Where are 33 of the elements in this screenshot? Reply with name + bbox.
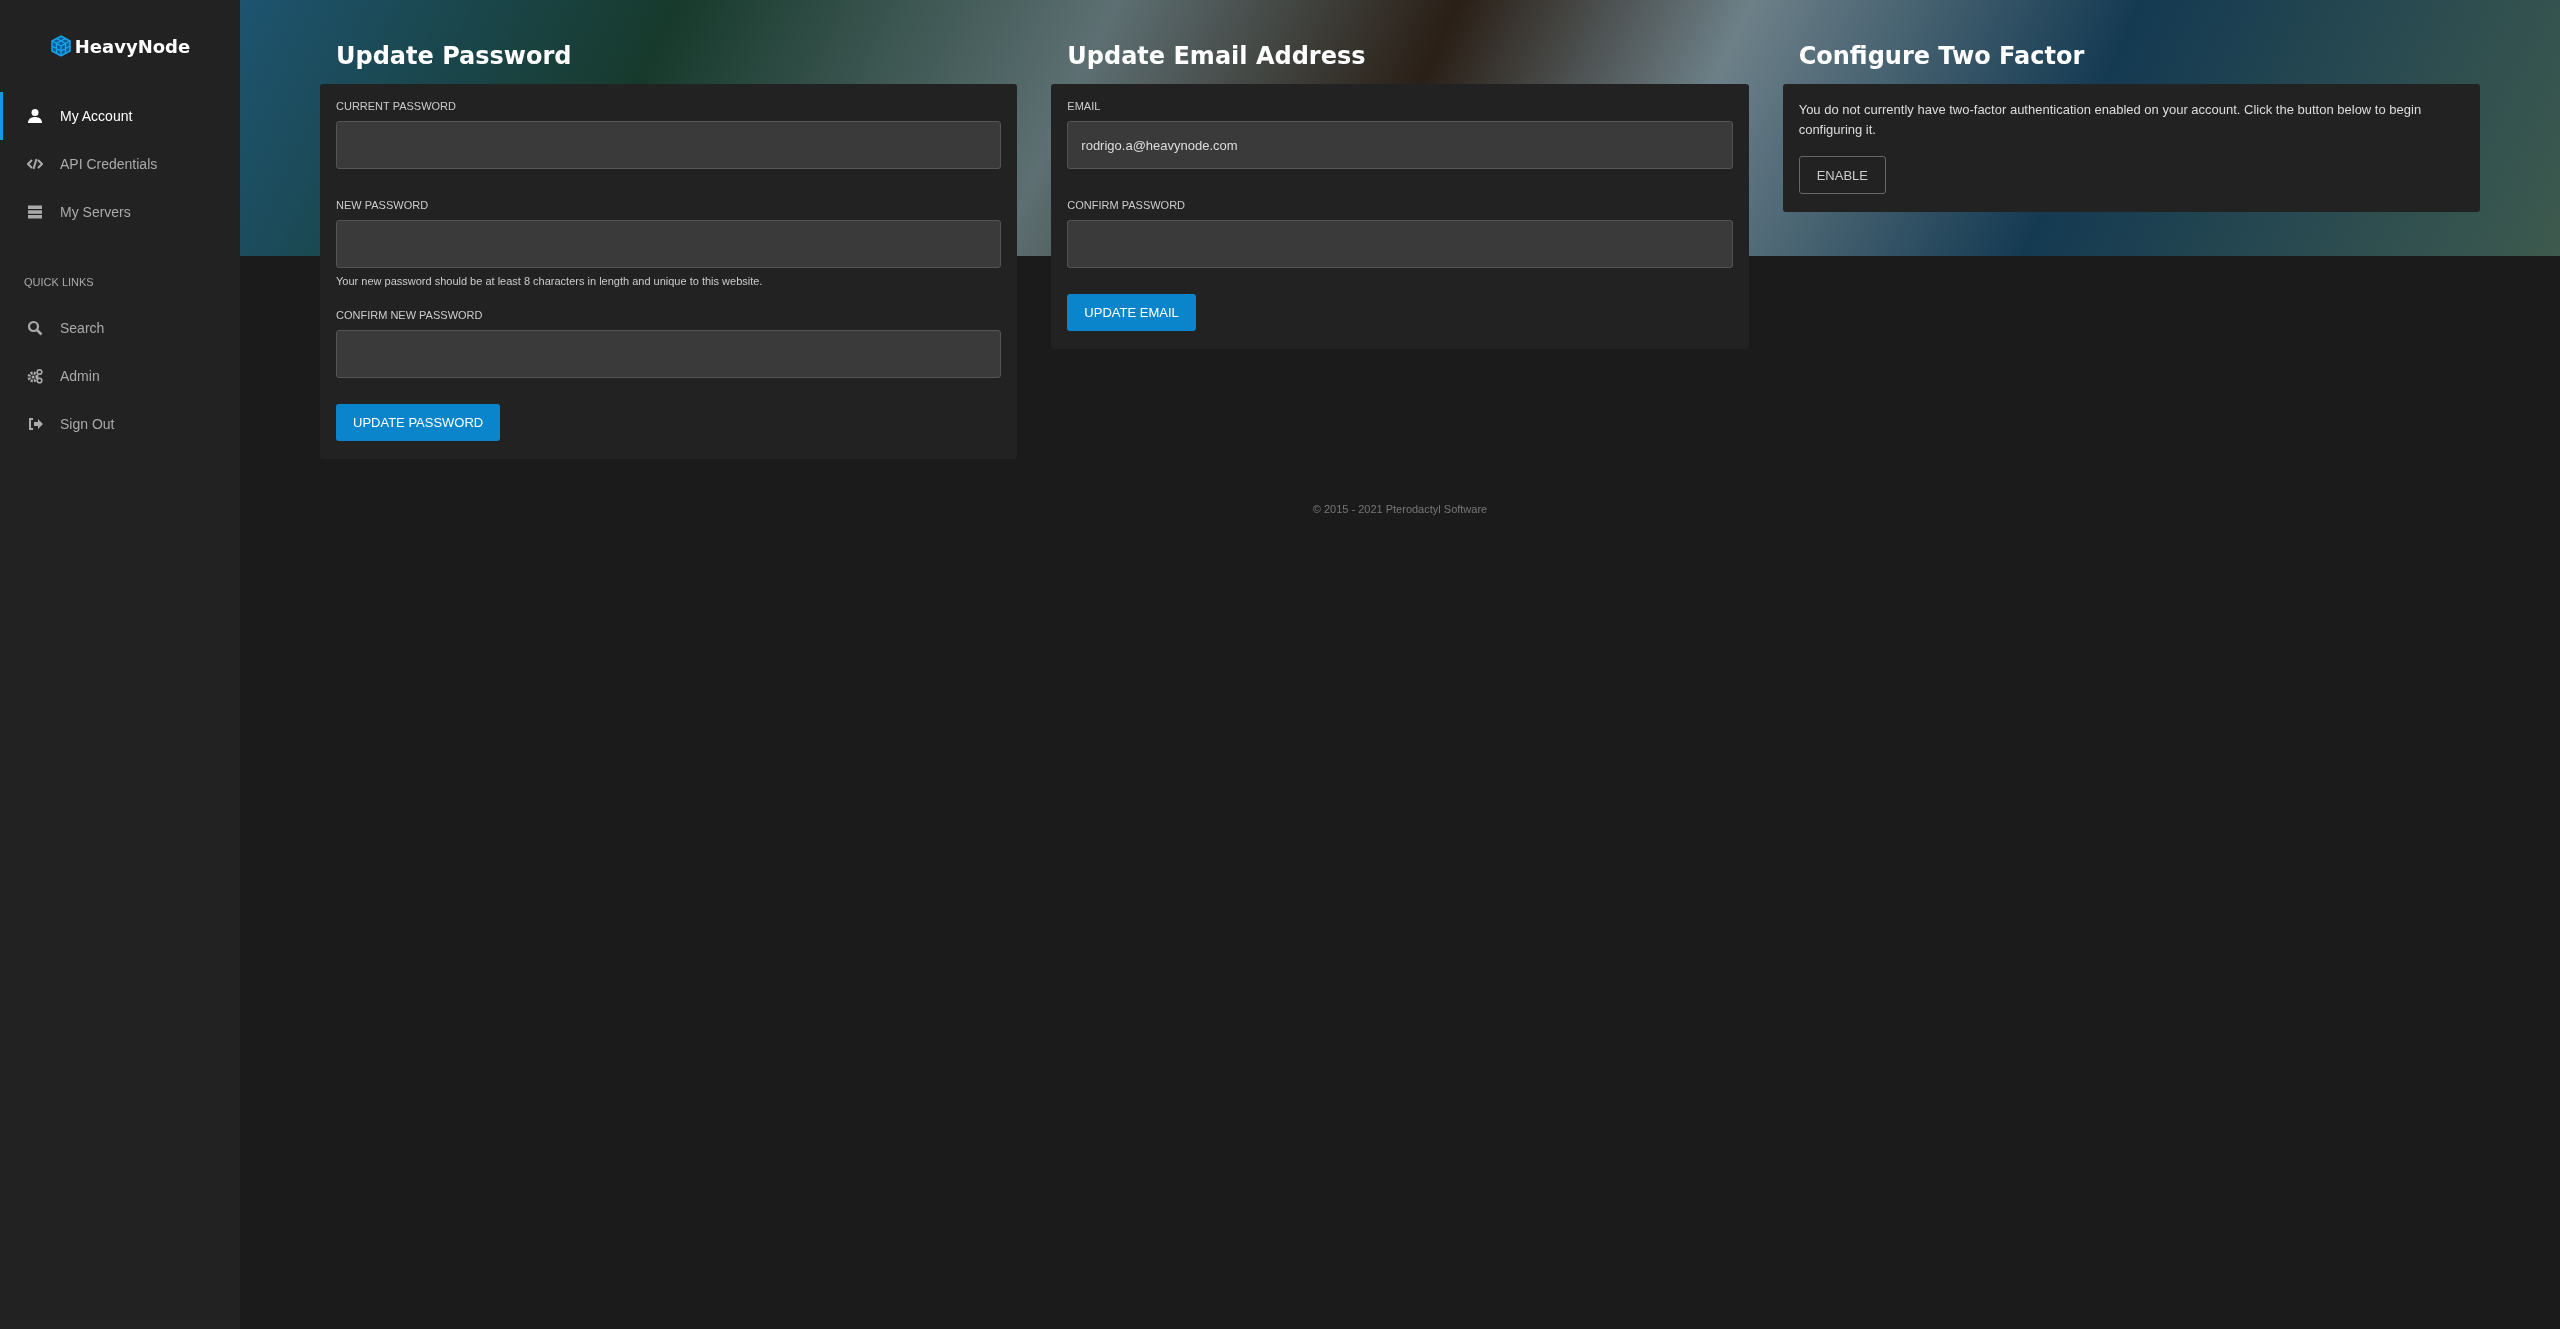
user-icon [27, 108, 43, 124]
copyright-text: © 2015 - 2021 Pterodactyl Software [1311, 503, 1489, 515]
search-icon [27, 320, 43, 336]
input-field[interactable] [336, 121, 1002, 169]
field-label: CONFIRM NEW PASSWORD [336, 309, 484, 321]
input-field[interactable] [1067, 220, 1733, 268]
field-label: NEW PASSWORD [336, 199, 430, 211]
gears-icon [27, 368, 43, 384]
cube-logo-icon [49, 35, 72, 57]
sidebar-link[interactable]: Sign Out [0, 400, 240, 448]
section-title: Update Password [336, 41, 573, 72]
submit-button[interactable]: UPDATE PASSWORD [336, 404, 501, 441]
info-text: You do not currently have two-factor authentication enabled on your account. Click the button below to begin configuring it. [1798, 101, 2423, 139]
enable-button[interactable]: ENABLE [1798, 156, 1886, 194]
sidebar-link[interactable]: Admin [0, 352, 240, 400]
submit-button[interactable]: UPDATE EMAIL [1067, 294, 1196, 331]
brand-name: HeavyNode [74, 35, 191, 57]
help-text: Your new password should be at least 8 characters in length and unique to this website. [336, 275, 764, 287]
field-label: CURRENT PASSWORD [336, 100, 457, 112]
sign-out-icon [27, 416, 43, 432]
code-icon [27, 156, 43, 172]
sidebar-item[interactable]: My Servers [0, 188, 240, 236]
input-field[interactable] [336, 330, 1002, 378]
sidebar-item[interactable]: API Credentials [0, 140, 240, 188]
sidebar-link[interactable]: Search [0, 304, 240, 352]
server-icon [27, 204, 43, 220]
section-title: Update Email Address [1067, 41, 1367, 72]
field-label: EMAIL [1067, 100, 1102, 112]
input-field[interactable]: rodrigo.a@heavynode.com [1067, 121, 1733, 169]
section-title: Configure Two Factor [1798, 41, 2086, 72]
section-label: QUICK LINKS [23, 275, 95, 290]
input-field[interactable] [336, 220, 1002, 268]
field-label: CONFIRM PASSWORD [1067, 199, 1187, 211]
